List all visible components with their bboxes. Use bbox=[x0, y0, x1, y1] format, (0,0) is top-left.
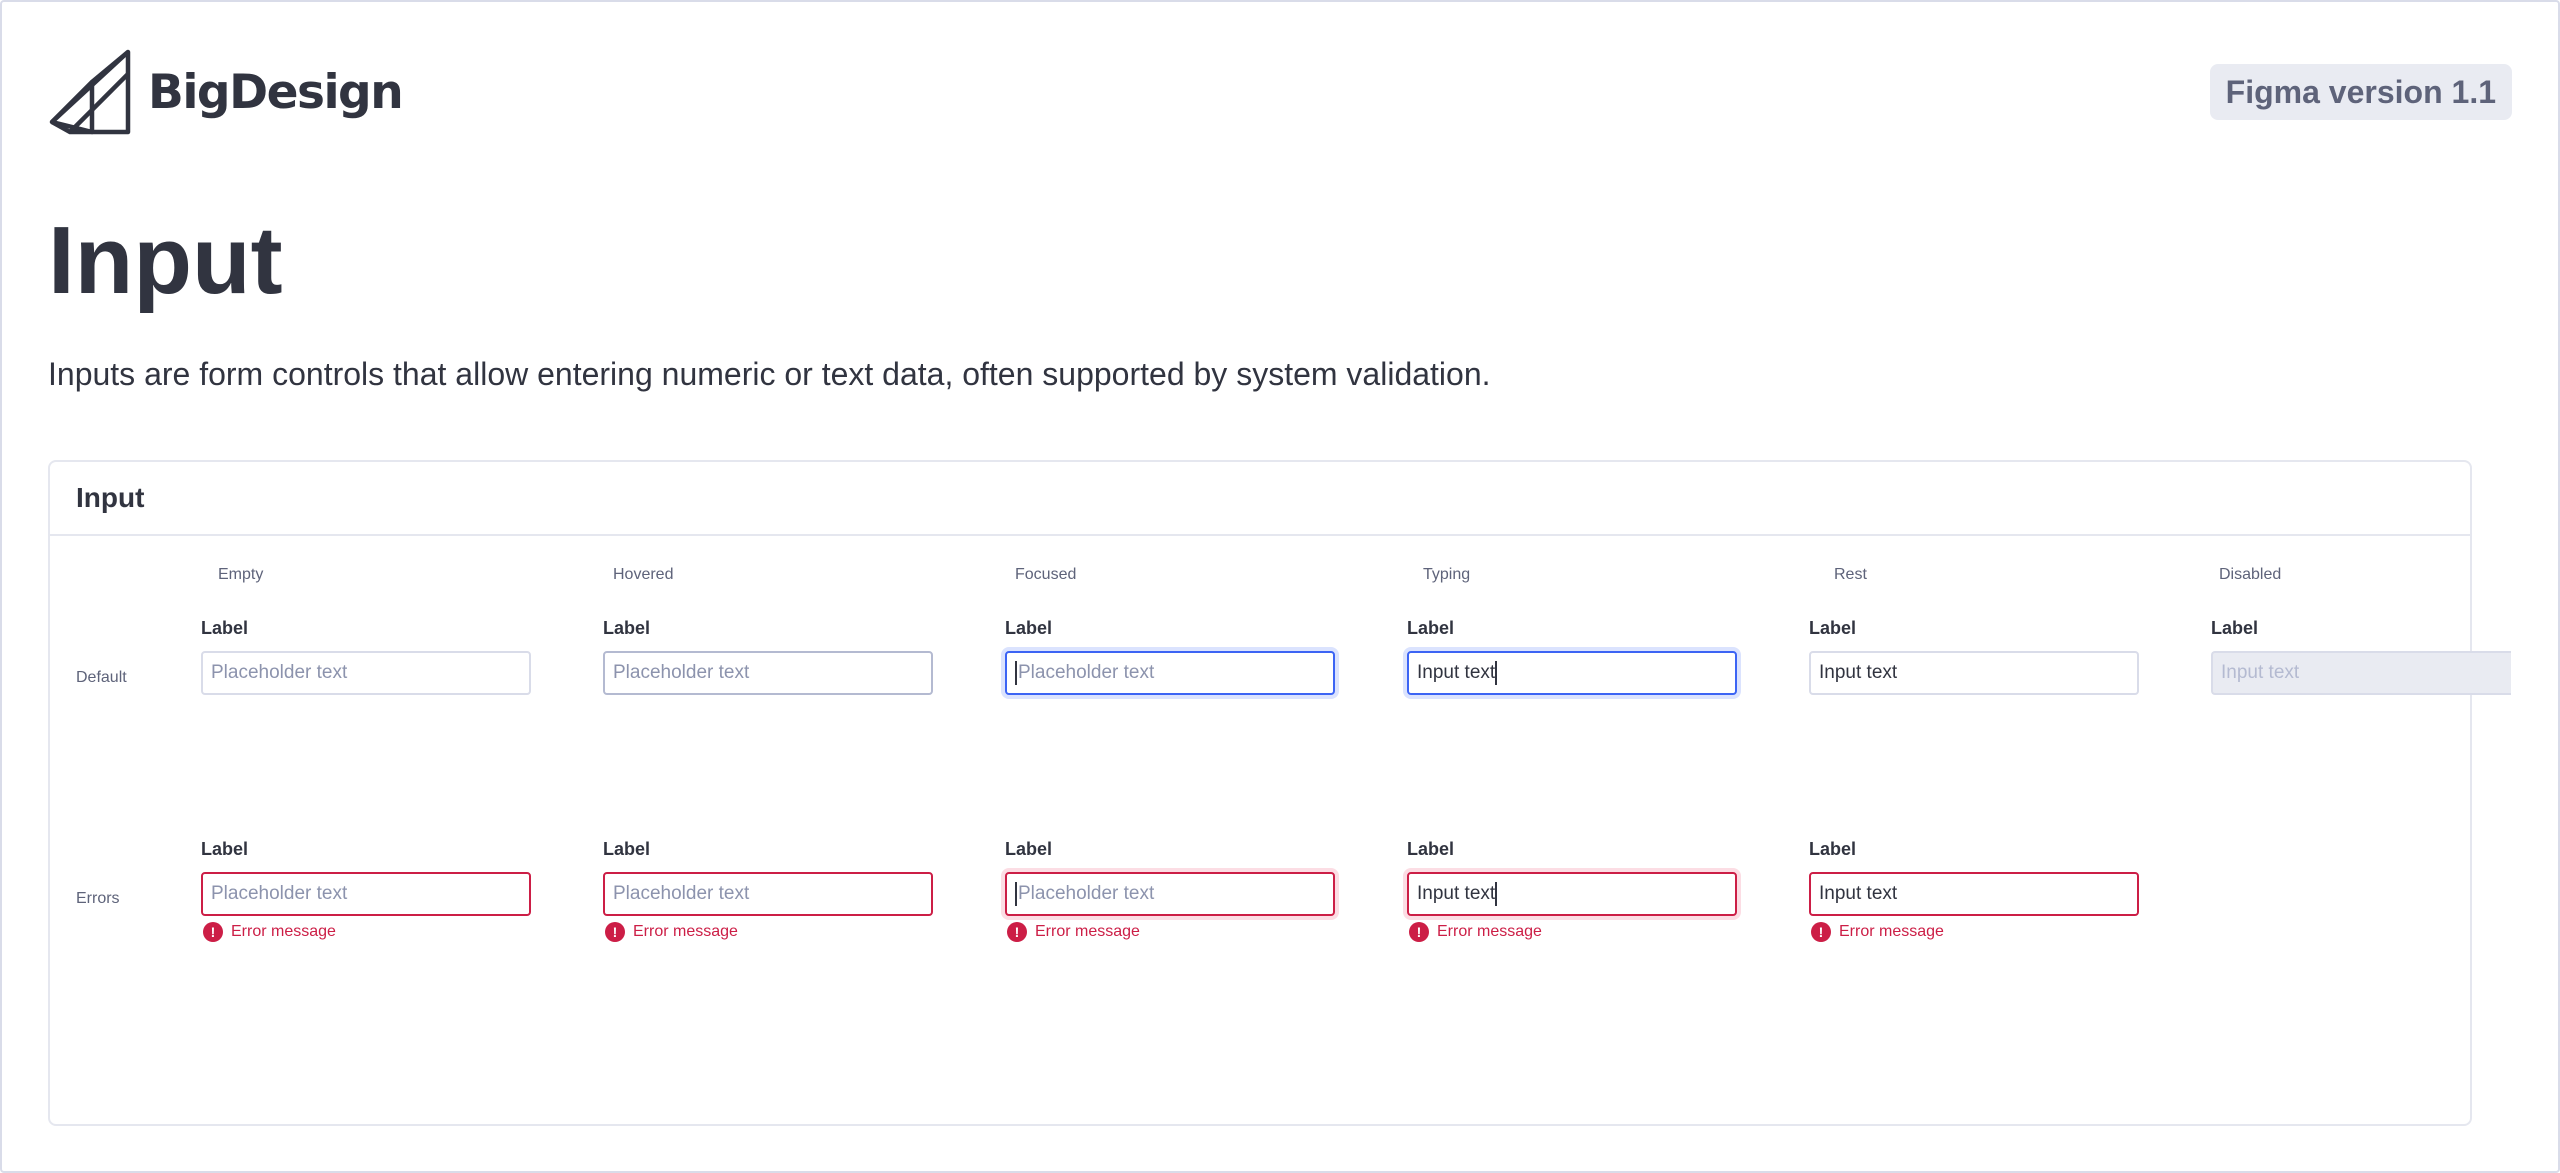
input-value: Input text bbox=[1819, 883, 1898, 904]
column-heading-empty: Empty bbox=[218, 566, 264, 583]
input-placeholder: Placeholder text bbox=[1018, 662, 1155, 683]
text-input-error-focused[interactable]: Placeholder text bbox=[1005, 872, 1335, 916]
exclamation-circle-icon: ! bbox=[1409, 922, 1429, 942]
field-label: Label bbox=[603, 839, 651, 859]
field-label: Label bbox=[1809, 839, 1857, 859]
input-field-empty: Label Placeholder text bbox=[201, 617, 531, 695]
text-input-typing[interactable]: Input text bbox=[1407, 651, 1737, 695]
field-label: Label bbox=[1809, 618, 1857, 638]
card-title: Input bbox=[76, 482, 145, 513]
text-cursor bbox=[1495, 661, 1498, 685]
input-placeholder: Placeholder text bbox=[613, 883, 750, 904]
input-field-error-hovered: Label Placeholder text ! Error message bbox=[603, 838, 933, 942]
input-field-error-focused: Label Placeholder text ! Error message bbox=[1005, 838, 1335, 942]
error-text: Error message bbox=[1839, 923, 1944, 940]
field-label: Label bbox=[1407, 618, 1455, 638]
field-label: Label bbox=[1407, 839, 1455, 859]
page-description: Inputs are form controls that allow ente… bbox=[48, 356, 1491, 392]
field-label: Label bbox=[1005, 618, 1053, 638]
input-field-error-rest: Label Input text ! Error message bbox=[1809, 838, 2139, 942]
brand-name: BigDesign bbox=[148, 64, 404, 120]
field-label: Label bbox=[2211, 618, 2259, 638]
error-text: Error message bbox=[1035, 923, 1140, 940]
text-input-hovered[interactable]: Placeholder text bbox=[603, 651, 933, 695]
error-text: Error message bbox=[231, 923, 336, 940]
input-field-disabled: Label Input text bbox=[2211, 617, 2511, 695]
card-header: Input bbox=[50, 462, 2470, 536]
field-label: Label bbox=[201, 839, 249, 859]
input-placeholder: Placeholder text bbox=[211, 883, 348, 904]
version-badge: Figma version 1.1 bbox=[2209, 64, 2512, 120]
exclamation-circle-icon: ! bbox=[605, 922, 625, 942]
text-input-focused[interactable]: Placeholder text bbox=[1005, 651, 1335, 695]
input-value: Input text bbox=[1819, 662, 1898, 683]
exclamation-circle-icon: ! bbox=[1811, 922, 1831, 942]
input-placeholder: Placeholder text bbox=[613, 662, 750, 683]
error-message: ! Error message bbox=[1407, 922, 1737, 942]
row-label-default: Default bbox=[76, 669, 127, 686]
error-message: ! Error message bbox=[1005, 922, 1335, 942]
column-heading-disabled: Disabled bbox=[2219, 566, 2282, 583]
brand-logo[interactable]: BigDesign bbox=[48, 48, 404, 136]
error-message: ! Error message bbox=[1809, 922, 2139, 942]
text-input-empty[interactable]: Placeholder text bbox=[201, 651, 531, 695]
input-value: Input text bbox=[2221, 662, 2300, 683]
text-input-error-rest[interactable]: Input text bbox=[1809, 872, 2139, 916]
row-label-errors: Errors bbox=[76, 890, 120, 907]
column-heading-typing: Typing bbox=[1423, 566, 1471, 583]
text-input-rest[interactable]: Input text bbox=[1809, 651, 2139, 695]
field-label: Label bbox=[201, 618, 249, 638]
text-input-error-empty[interactable]: Placeholder text bbox=[201, 872, 531, 916]
error-text: Error message bbox=[633, 923, 738, 940]
exclamation-circle-icon: ! bbox=[1007, 922, 1027, 942]
input-field-error-empty: Label Placeholder text ! Error message bbox=[201, 838, 531, 942]
error-message: ! Error message bbox=[201, 922, 531, 942]
text-input-error-hovered[interactable]: Placeholder text bbox=[603, 872, 933, 916]
input-placeholder: Placeholder text bbox=[1018, 883, 1155, 904]
input-field-error-typing: Label Input text ! Error message bbox=[1407, 838, 1737, 942]
text-input-error-typing[interactable]: Input text bbox=[1407, 872, 1737, 916]
text-input-disabled: Input text bbox=[2211, 651, 2511, 695]
column-heading-focused: Focused bbox=[1015, 566, 1077, 583]
error-message: ! Error message bbox=[603, 922, 933, 942]
text-cursor bbox=[1015, 882, 1017, 906]
bigdesign-logo-icon bbox=[49, 49, 131, 135]
exclamation-circle-icon: ! bbox=[203, 922, 223, 942]
input-field-hovered: Label Placeholder text bbox=[603, 617, 933, 695]
input-field-focused: Label Placeholder text bbox=[1005, 617, 1335, 695]
column-heading-rest: Rest bbox=[1834, 566, 1867, 583]
page-title: Input bbox=[48, 207, 283, 314]
input-placeholder: Placeholder text bbox=[211, 662, 348, 683]
input-field-rest: Label Input text bbox=[1809, 617, 2139, 695]
error-text: Error message bbox=[1437, 923, 1542, 940]
field-label: Label bbox=[1005, 839, 1053, 859]
input-showcase-card: Input bbox=[48, 460, 2472, 1126]
column-heading-hovered: Hovered bbox=[613, 566, 674, 583]
input-value: Input text bbox=[1417, 662, 1496, 683]
input-value: Input text bbox=[1417, 883, 1496, 904]
text-cursor bbox=[1015, 661, 1017, 685]
input-field-typing: Label Input text bbox=[1407, 617, 1737, 695]
field-label: Label bbox=[603, 618, 651, 638]
text-cursor bbox=[1495, 882, 1498, 906]
